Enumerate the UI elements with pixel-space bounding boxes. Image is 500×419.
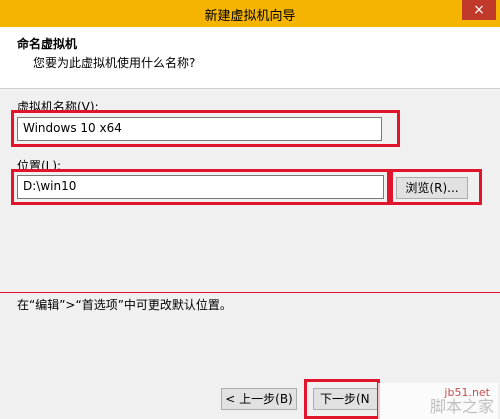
page-title: 命名虚拟机 bbox=[17, 37, 78, 51]
highlight-box-browse bbox=[390, 169, 482, 205]
highlight-line bbox=[0, 292, 500, 293]
wizard-header: 命名虚拟机 您要为此虚拟机使用什么名称? bbox=[0, 27, 500, 89]
highlight-box-next bbox=[304, 379, 380, 419]
watermark-name: 脚本之家 bbox=[429, 397, 494, 416]
page-subtitle: 您要为此虚拟机使用什么名称? bbox=[33, 56, 196, 70]
title-bar: 新建虚拟机向导 × bbox=[0, 0, 500, 27]
close-button[interactable]: × bbox=[462, 0, 496, 20]
back-button[interactable]: < 上一步(B) bbox=[221, 388, 297, 410]
watermark: jb51.net 脚本之家 bbox=[378, 383, 498, 419]
highlight-box-location bbox=[11, 169, 390, 205]
highlight-box-name bbox=[11, 110, 400, 147]
location-hint: 在“编辑”>“首选项”中可更改默认位置。 bbox=[17, 298, 232, 312]
close-icon: × bbox=[473, 2, 485, 18]
window-title: 新建虚拟机向导 bbox=[204, 9, 296, 24]
wizard-content: 虚拟机名称(V): Windows 10 x64 位置(L): D:\win10… bbox=[0, 89, 500, 379]
